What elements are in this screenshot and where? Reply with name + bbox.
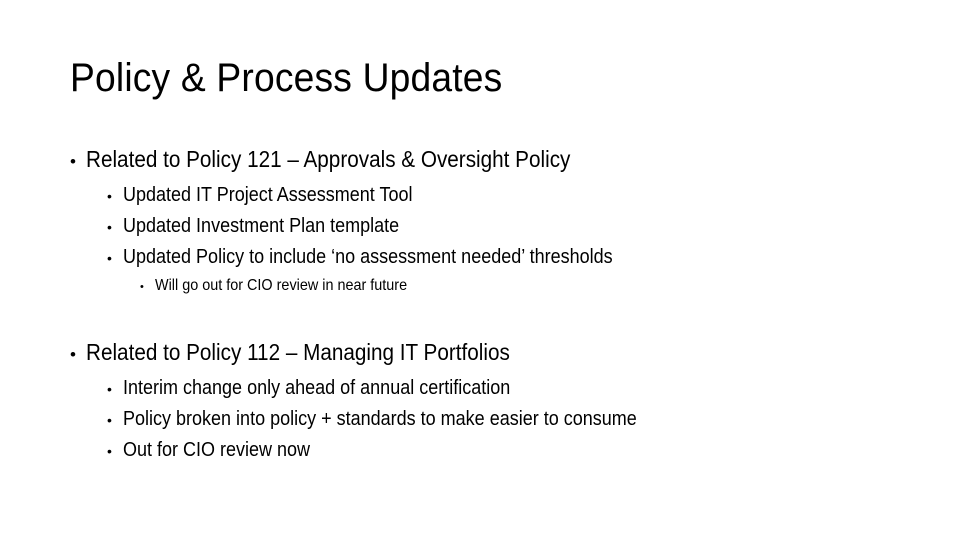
- bullet-glyph-icon: •: [107, 219, 112, 235]
- bullet-level2: • Policy broken into policy + standards …: [107, 406, 900, 437]
- bullet-level1: • Related to Policy 112 – Managing IT Po…: [70, 337, 900, 373]
- slide-body: • Related to Policy 121 – Approvals & Ov…: [70, 144, 900, 468]
- bullet-sublist-1: • Updated IT Project Assessment Tool • U…: [70, 182, 900, 303]
- bullet-glyph-icon: •: [70, 152, 76, 171]
- bullet-glyph-icon: •: [107, 443, 112, 459]
- bullet-level2-text: Updated IT Project Assessment Tool: [123, 184, 413, 206]
- bullet-section-2: • Related to Policy 112 – Managing IT Po…: [70, 337, 900, 468]
- bullet-level2: • Updated Investment Plan template: [107, 213, 900, 244]
- bullet-level2-text: Updated Policy to include ‘no assessment…: [123, 246, 613, 268]
- bullet-glyph-icon: •: [140, 281, 144, 293]
- bullet-sublist-2: • Interim change only ahead of annual ce…: [70, 375, 900, 468]
- bullet-glyph-icon: •: [107, 250, 112, 266]
- bullet-level2-text: Out for CIO review now: [123, 439, 311, 461]
- bullet-level2: • Interim change only ahead of annual ce…: [107, 375, 900, 406]
- bullet-level2-text: Interim change only ahead of annual cert…: [123, 377, 511, 399]
- bullet-section-1: • Related to Policy 121 – Approvals & Ov…: [70, 144, 900, 303]
- bullet-level1-text: Related to Policy 112 – Managing IT Port…: [86, 339, 510, 365]
- bullet-level3: • Will go out for CIO review in near fut…: [140, 275, 900, 303]
- bullet-level2: • Out for CIO review now: [107, 437, 900, 468]
- bullet-level1: • Related to Policy 121 – Approvals & Ov…: [70, 144, 900, 180]
- bullet-glyph-icon: •: [70, 345, 76, 364]
- bullet-level3-text: Will go out for CIO review in near futur…: [155, 277, 408, 294]
- slide-canvas: Policy & Process Updates • Related to Po…: [0, 0, 960, 540]
- bullet-level2-text: Policy broken into policy + standards to…: [123, 408, 637, 430]
- bullet-glyph-icon: •: [107, 412, 112, 428]
- bullet-level2: • Updated IT Project Assessment Tool: [107, 182, 900, 213]
- bullet-glyph-icon: •: [107, 381, 112, 397]
- bullet-level2: • Updated Policy to include ‘no assessme…: [107, 244, 900, 275]
- bullet-glyph-icon: •: [107, 188, 112, 204]
- page-title: Policy & Process Updates: [70, 56, 503, 100]
- bullet-level1-text: Related to Policy 121 – Approvals & Over…: [86, 146, 571, 172]
- bullet-level2-text: Updated Investment Plan template: [123, 215, 400, 237]
